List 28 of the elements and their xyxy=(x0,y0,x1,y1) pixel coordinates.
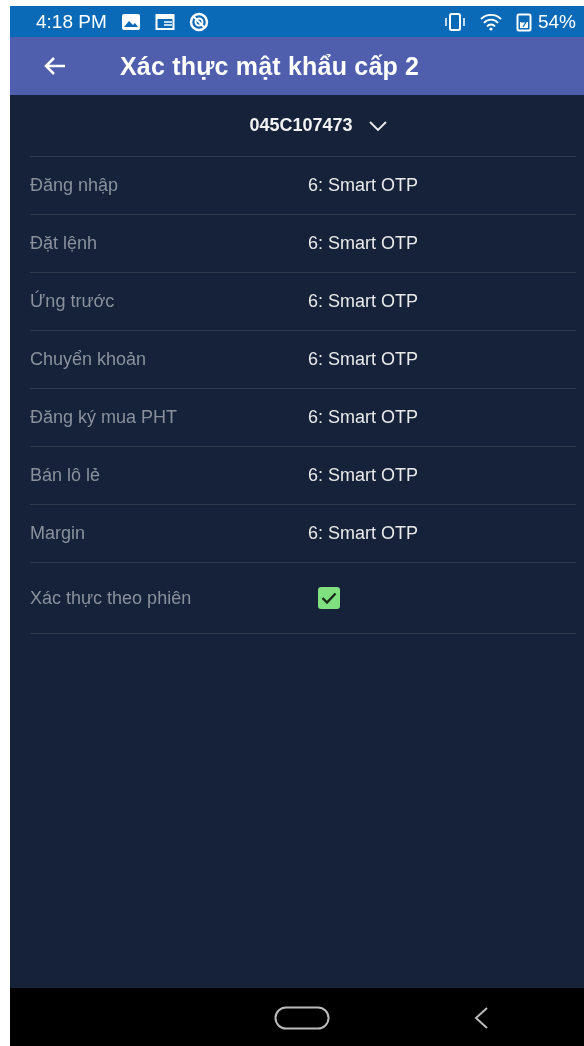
circle-icon xyxy=(188,11,209,32)
setting-label: Ứng trước xyxy=(30,291,116,312)
setting-label: Đặt lệnh xyxy=(30,233,99,254)
setting-label: Đăng nhập xyxy=(30,175,120,196)
setting-label: Bán lô lẻ xyxy=(30,465,102,486)
setting-label: Đăng ký mua PHT xyxy=(30,407,179,428)
setting-value[interactable]: 6: Smart OTP xyxy=(308,291,419,312)
setting-label: Margin xyxy=(30,523,87,544)
status-time: 4:18 PM xyxy=(36,10,107,33)
setting-value[interactable]: 6: Smart OTP xyxy=(308,523,419,544)
setting-value[interactable]: 6: Smart OTP xyxy=(308,465,419,486)
wifi-icon xyxy=(479,12,502,31)
calendar-icon xyxy=(154,12,175,31)
page-title: Xác thực mật khẩu cấp 2 xyxy=(120,51,420,81)
checkbox[interactable] xyxy=(318,587,340,609)
setting-label: Chuyển khoản xyxy=(30,349,148,370)
battery-icon xyxy=(515,11,532,32)
image-icon xyxy=(120,12,141,31)
setting-value[interactable]: 6: Smart OTP xyxy=(308,349,419,370)
account-dropdown[interactable]: 045C107473 xyxy=(249,111,387,140)
home-button[interactable] xyxy=(274,1006,330,1033)
setting-label: Xác thực theo phiên xyxy=(30,587,193,609)
chevron-down-icon xyxy=(368,120,387,131)
setting-value[interactable]: 6: Smart OTP xyxy=(308,175,419,196)
battery-level: 54% xyxy=(537,10,576,33)
setting-value[interactable]: 6: Smart OTP xyxy=(308,233,419,254)
setting-value[interactable]: 6: Smart OTP xyxy=(308,407,419,428)
vibrate-icon xyxy=(443,11,466,32)
